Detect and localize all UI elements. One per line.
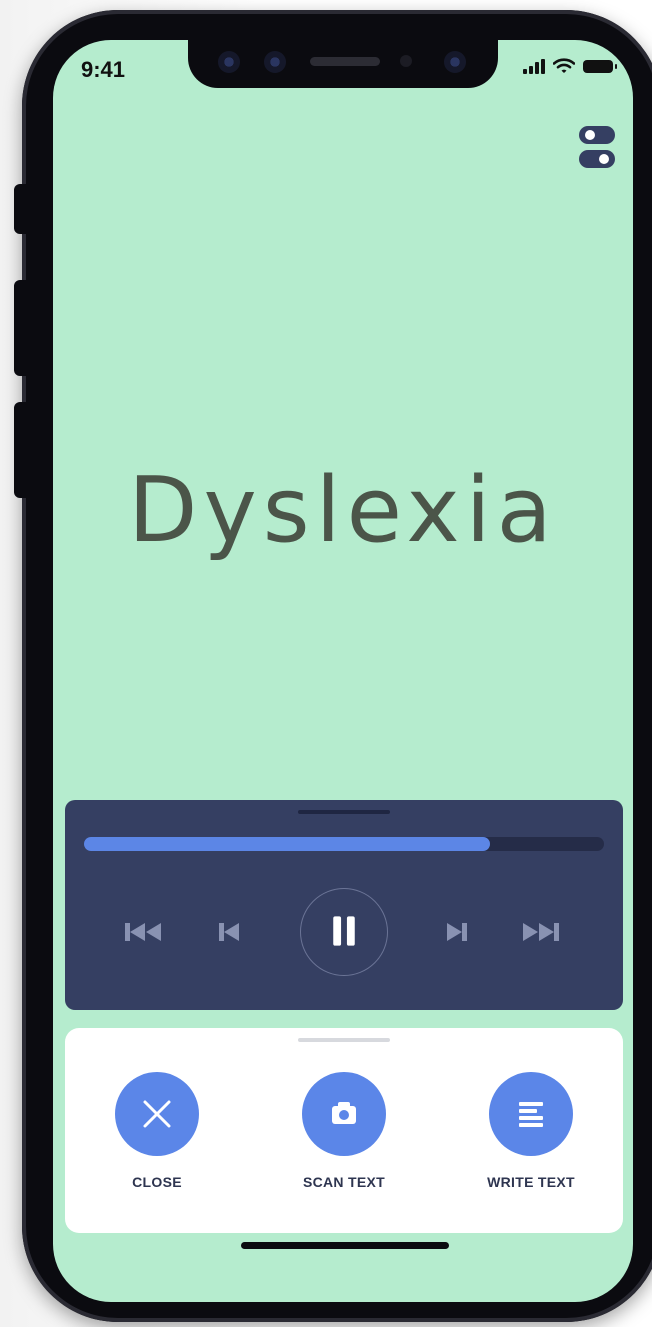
skip-to-end-icon[interactable] bbox=[517, 912, 561, 952]
progress-bar[interactable] bbox=[84, 837, 604, 851]
scan-text-button[interactable]: SCAN TEXT bbox=[264, 1072, 424, 1190]
status-time: 9:41 bbox=[81, 57, 126, 82]
battery-icon bbox=[583, 59, 617, 73]
cellular-signal-icon bbox=[523, 58, 545, 74]
pause-button[interactable] bbox=[300, 888, 388, 976]
earpiece-speaker bbox=[310, 57, 380, 66]
write-text-button-circle bbox=[489, 1072, 573, 1156]
close-button-circle bbox=[115, 1072, 199, 1156]
player-drag-handle[interactable] bbox=[298, 810, 390, 814]
camera-lens-icon bbox=[218, 51, 240, 73]
home-indicator[interactable] bbox=[241, 1242, 449, 1249]
playback-controls bbox=[65, 888, 623, 976]
close-button[interactable]: CLOSE bbox=[77, 1072, 237, 1190]
dyslexia-word: Dyslexia bbox=[128, 458, 558, 563]
progress-fill bbox=[84, 837, 490, 851]
skip-to-start-icon[interactable] bbox=[123, 912, 167, 952]
scan-text-button-circle bbox=[302, 1072, 386, 1156]
app-screen: 9:41 Dyslexia CLOSE SCAN TEXT WRITE TEXT bbox=[53, 40, 633, 1302]
audio-player-panel bbox=[65, 800, 623, 1010]
scan-text-label: SCAN TEXT bbox=[302, 1174, 386, 1190]
write-text-button[interactable]: WRITE TEXT bbox=[451, 1072, 611, 1190]
camera-lens-icon bbox=[264, 51, 286, 73]
status-icons bbox=[523, 58, 617, 74]
action-sheet: CLOSE SCAN TEXT WRITE TEXT bbox=[65, 1028, 623, 1233]
camera-lens-icon bbox=[444, 51, 466, 73]
next-icon[interactable] bbox=[435, 912, 479, 952]
sheet-drag-handle[interactable] bbox=[298, 1038, 390, 1042]
close-icon bbox=[143, 1100, 171, 1128]
pause-icon bbox=[333, 916, 355, 946]
volume-up-button bbox=[14, 280, 28, 376]
camera-icon bbox=[332, 1102, 356, 1124]
volume-down-button bbox=[14, 402, 28, 498]
write-text-label: WRITE TEXT bbox=[487, 1174, 575, 1190]
mute-switch bbox=[14, 184, 28, 234]
text-lines-icon bbox=[519, 1102, 543, 1127]
notch bbox=[188, 40, 498, 88]
previous-icon[interactable] bbox=[207, 912, 251, 952]
proximity-sensor bbox=[400, 55, 412, 67]
settings-toggle-icon[interactable] bbox=[579, 126, 615, 170]
close-label: CLOSE bbox=[132, 1174, 182, 1190]
wifi-icon bbox=[553, 58, 575, 73]
